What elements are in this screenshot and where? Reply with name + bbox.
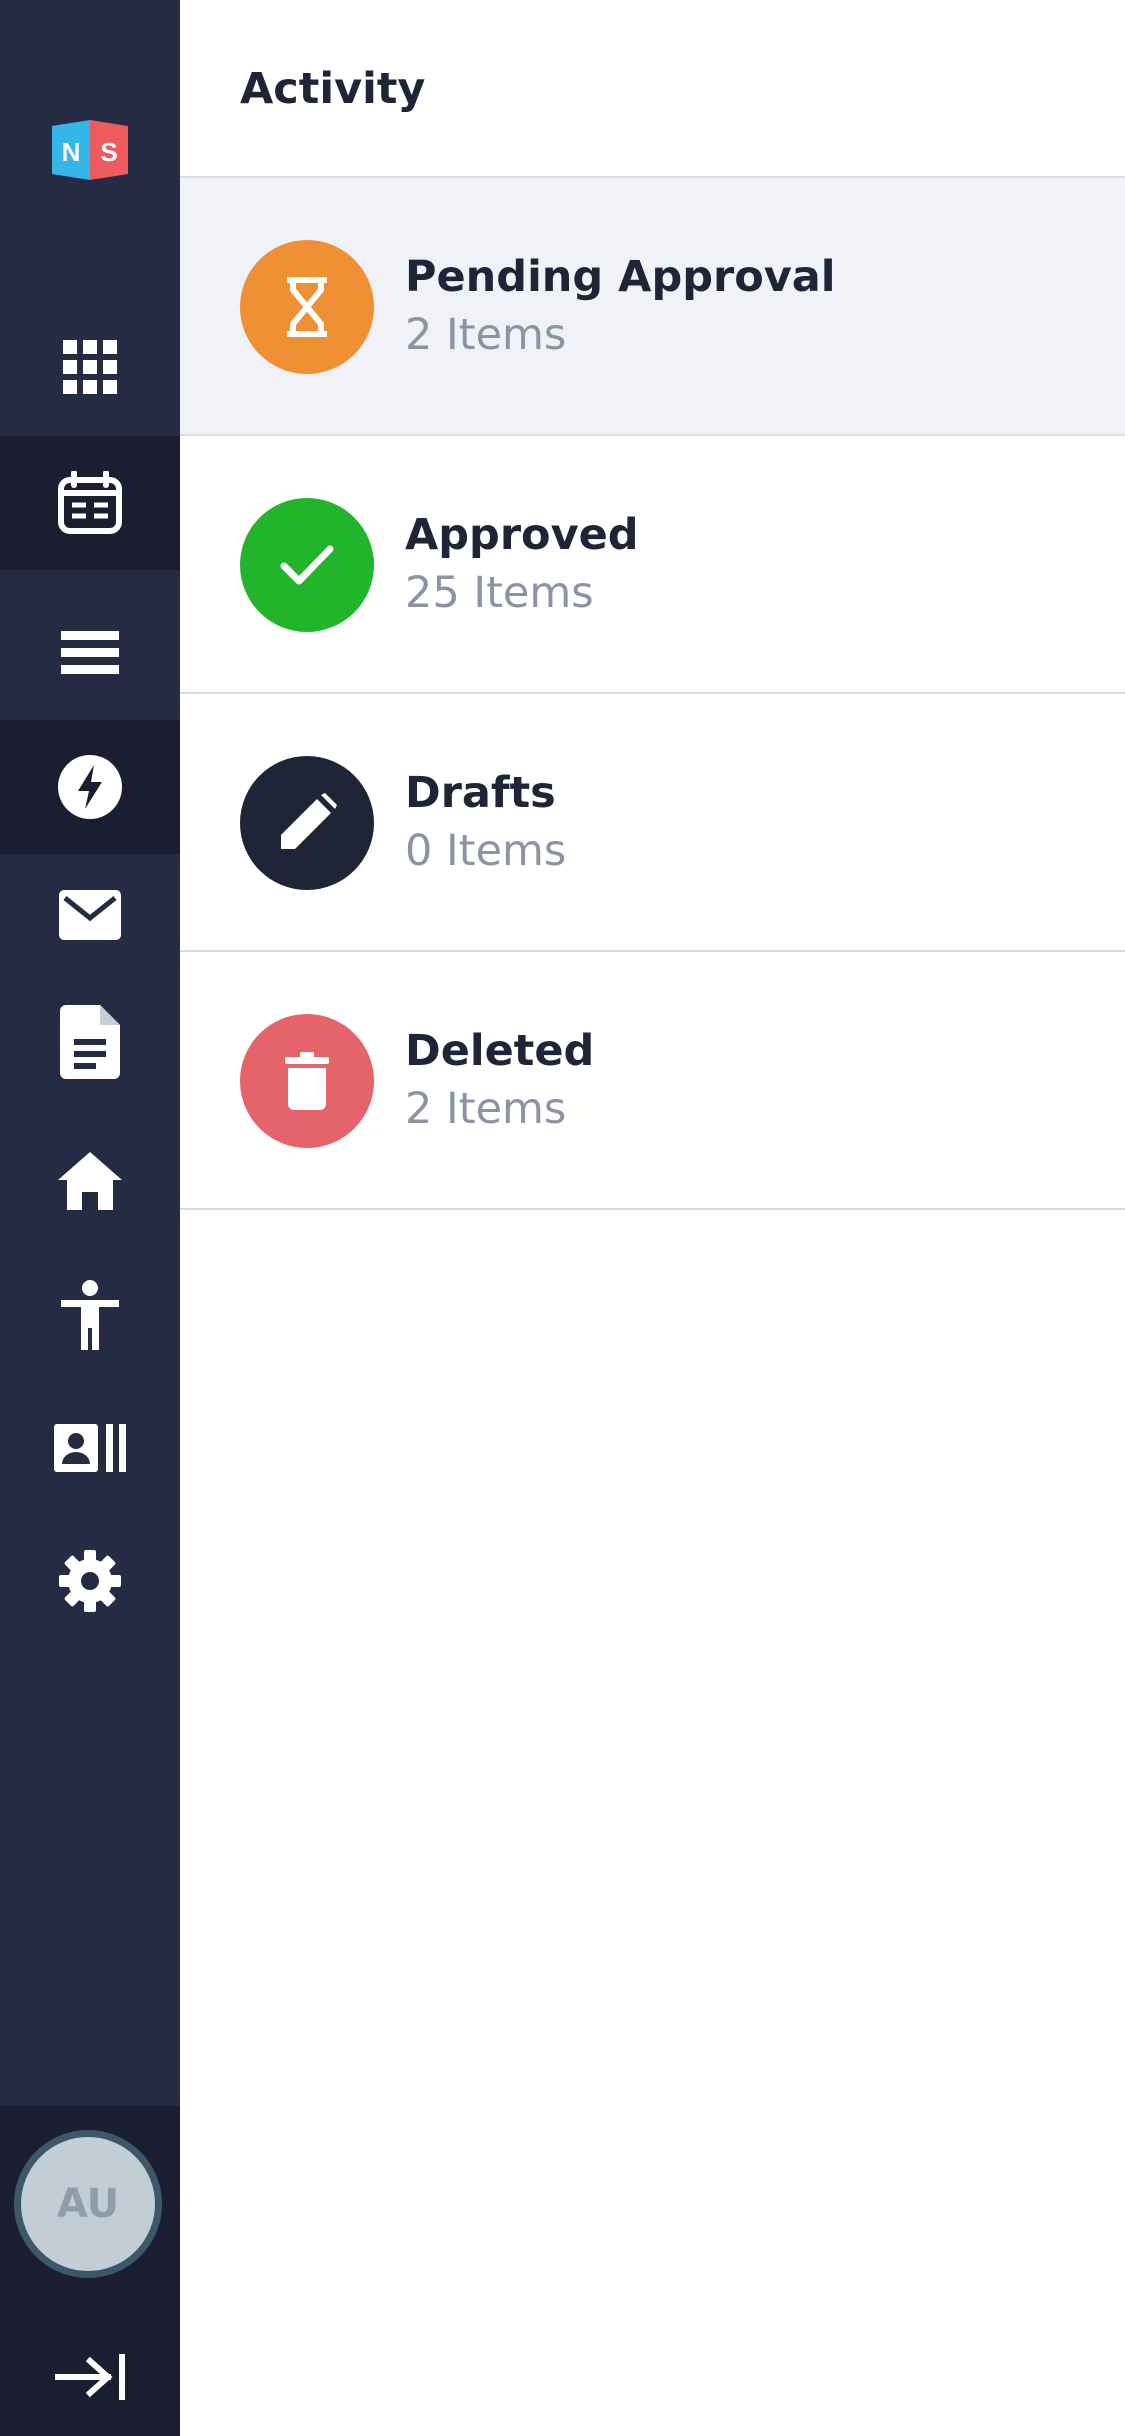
- sidebar-item-activity[interactable]: [0, 720, 180, 854]
- sidebar-item-mail[interactable]: [0, 848, 180, 982]
- envelope-icon: [59, 890, 121, 940]
- status-circle: [240, 1014, 374, 1148]
- sidebar-item-contacts[interactable]: [0, 1381, 180, 1515]
- sidebar-item-settings[interactable]: [0, 1514, 180, 1648]
- user-avatar[interactable]: AU: [14, 2130, 162, 2278]
- activity-count: 25 Items: [405, 568, 594, 618]
- gear-icon: [59, 1550, 121, 1612]
- arrow-to-right-icon[interactable]: [52, 2352, 128, 2402]
- document-icon: [60, 1005, 120, 1079]
- page-header: Activity: [180, 0, 1125, 178]
- status-circle: [240, 756, 374, 890]
- sidebar-item-calendar[interactable]: [0, 436, 180, 570]
- activity-count: 0 Items: [405, 826, 567, 876]
- sidebar-item-list[interactable]: [0, 586, 180, 720]
- lightning-icon: [58, 755, 122, 819]
- logo-text-n: N: [62, 137, 81, 167]
- check-icon: [280, 545, 334, 585]
- page-title: Activity: [240, 64, 426, 114]
- sidebar: N S AU: [0, 0, 180, 2436]
- trash-icon: [285, 1052, 329, 1110]
- activity-count: 2 Items: [405, 1084, 567, 1134]
- sidebar-item-documents[interactable]: [0, 975, 180, 1109]
- pencil-icon: [281, 793, 337, 849]
- status-circle: [240, 498, 374, 632]
- activity-row-approved[interactable]: Approved 25 Items: [180, 436, 1125, 694]
- sidebar-item-home[interactable]: [0, 1114, 180, 1248]
- hourglass-icon: [287, 277, 327, 337]
- home-icon: [58, 1152, 122, 1210]
- activity-row-pending[interactable]: Pending Approval 2 Items: [180, 178, 1125, 436]
- app-logo: N S: [52, 120, 128, 180]
- activity-count: 2 Items: [405, 310, 567, 360]
- status-circle: [240, 240, 374, 374]
- activity-title: Deleted: [405, 1026, 595, 1076]
- activity-row-deleted[interactable]: Deleted 2 Items: [180, 952, 1125, 1210]
- avatar-initials: AU: [56, 2181, 120, 2227]
- grid-icon: [63, 340, 117, 394]
- logo-text-s: S: [100, 137, 117, 167]
- activity-row-drafts[interactable]: Drafts 0 Items: [180, 694, 1125, 952]
- sidebar-item-accessibility[interactable]: [0, 1248, 180, 1382]
- activity-title: Pending Approval: [405, 252, 836, 302]
- main-content: Activity Pending Approval 2 Items Approv…: [180, 0, 1125, 2436]
- contact-card-icon: [54, 1424, 126, 1472]
- activity-title: Approved: [405, 510, 639, 560]
- sidebar-item-apps[interactable]: [0, 300, 180, 434]
- person-icon: [61, 1280, 119, 1350]
- activity-title: Drafts: [405, 768, 556, 818]
- menu-icon: [61, 631, 119, 674]
- calendar-icon: [58, 471, 122, 534]
